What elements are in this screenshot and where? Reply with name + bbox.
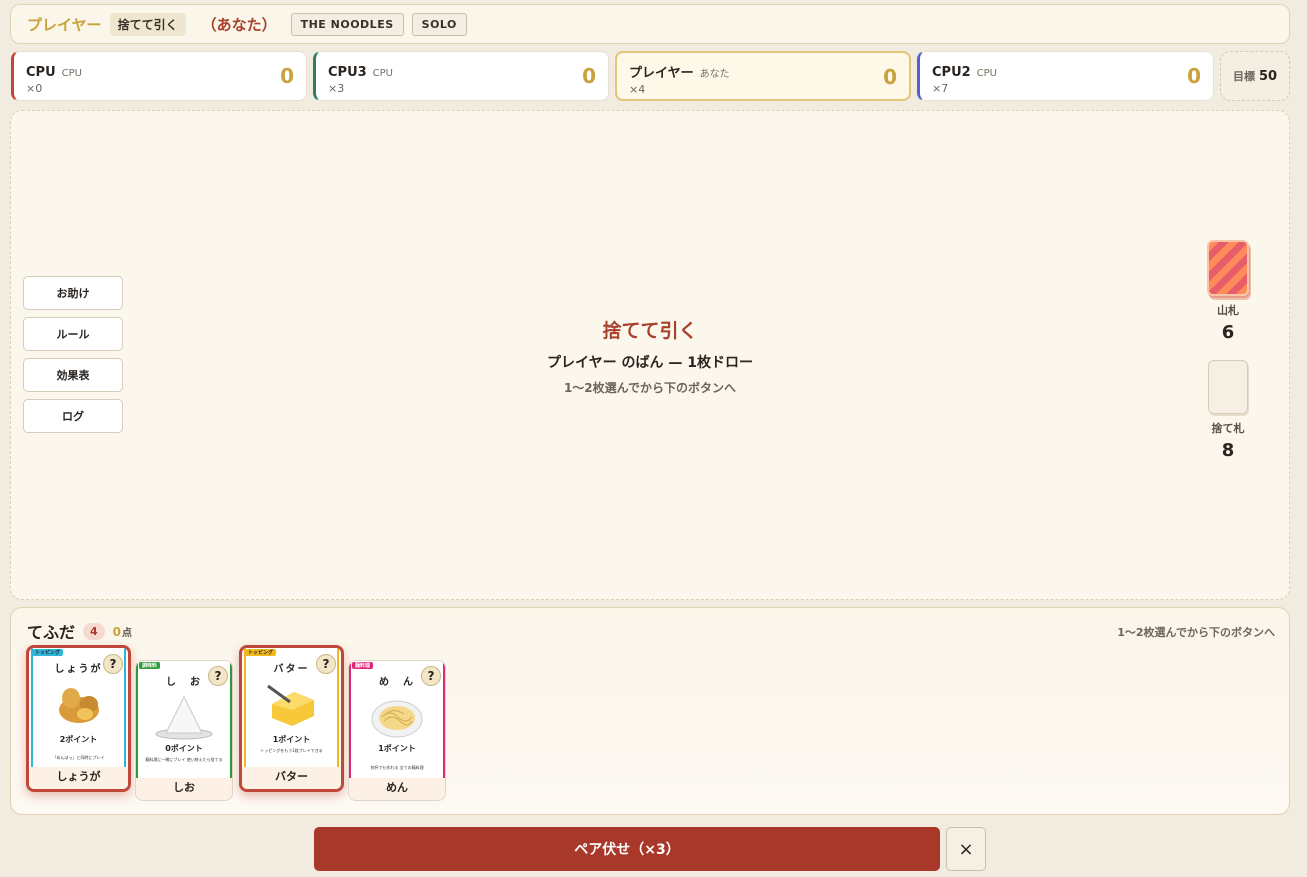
hand-hint: 1〜2枚選んでから下のボタンへ (1117, 626, 1275, 639)
card-category: 麺料理 (352, 662, 374, 669)
discard-pile[interactable]: 捨て札 8 (1200, 360, 1256, 461)
noodles-icon (371, 700, 423, 738)
card-category: 調味料 (139, 662, 161, 669)
cancel-button[interactable]: × (946, 827, 986, 871)
goal-box: 目標 50 (1220, 51, 1290, 101)
mode-tag: SOLO (411, 12, 467, 36)
ginger-icon (58, 688, 99, 723)
player-sub: あなた (699, 69, 730, 80)
card-points: 1ポイント (272, 735, 311, 744)
player-count: ×7 (932, 82, 949, 95)
player-name: CPU (26, 65, 56, 80)
player-sub: CPU (372, 68, 394, 79)
phase-title: 捨てて引く (602, 320, 698, 342)
player-score: 0 (582, 64, 596, 88)
hand-card[interactable]: トッピング しょうが ? 2ポイント 「めんぽっ」と同時にプレイ しょうが (26, 645, 131, 792)
butter-icon (266, 684, 314, 726)
effects-table-button[interactable]: 効果表 (23, 358, 123, 392)
status-bar: プレイヤー 捨てて引く （あなた） THE NOODLES SOLO (10, 4, 1290, 44)
card-info-icon[interactable]: ? (208, 666, 228, 686)
player-card-cpu3: CPU3 CPU ×3 0 (313, 51, 609, 101)
player-sub: CPU (61, 68, 82, 79)
player-card-cpu2: CPU2 CPU ×7 0 (917, 51, 1214, 101)
player-card-cpu: CPU CPU ×0 0 (11, 51, 307, 101)
player-sub: CPU (976, 68, 998, 79)
card-effect: トッピングをもう1枚プレイできる (260, 748, 323, 753)
card-label: しお (136, 778, 232, 800)
discard-count: 8 (1221, 440, 1235, 461)
card-label: しょうが (29, 767, 128, 789)
turn-message: 捨てて引く プレイヤー のばん — 1枚ドロー 1〜2枚選んでから下のボタンへ (400, 316, 900, 396)
deck-count: 6 (1221, 322, 1235, 343)
player-score: 0 (1187, 64, 1201, 88)
salt-icon (155, 695, 213, 740)
discard-card[interactable] (1208, 360, 1248, 414)
hand-header: てふだ 4 0点 (27, 619, 132, 643)
turn-hint: 1〜2枚選んでから下のボタンへ (563, 381, 737, 395)
hand-card[interactable]: トッピング バター ? 1ポイント トッピングをもう1枚プレイできる バター (239, 645, 344, 792)
help-button[interactable]: お助け (23, 276, 123, 310)
card-effect: 「めんぽっ」と同時にプレイ (52, 755, 105, 760)
hand-count-badge: 4 (83, 622, 105, 640)
card-label: バター (242, 767, 341, 789)
goal-value: 50 (1258, 68, 1278, 84)
card-category: トッピング (245, 649, 277, 656)
card-points: 1ポイント (378, 744, 416, 753)
card-info-icon[interactable]: ? (103, 654, 123, 674)
deck-label: 山札 (1217, 304, 1239, 317)
hand-points-unit: 点 (122, 627, 133, 639)
card-info-icon[interactable]: ? (316, 654, 336, 674)
hand-points-value: 0 (112, 624, 122, 639)
card-label: めん (349, 778, 445, 800)
card-info-icon[interactable]: ? (421, 666, 441, 686)
player-score: 0 (883, 65, 897, 89)
phase-chip: 捨てて引く (109, 12, 186, 36)
hand-title: てふだ (27, 623, 76, 642)
you-indicator: （あなた） (201, 15, 277, 34)
card-points: 2ポイント (59, 735, 98, 744)
rules-button[interactable]: ルール (23, 317, 123, 351)
player-name: CPU3 (328, 65, 367, 80)
pair-face-down-button[interactable]: ペア伏せ（×3） (314, 827, 940, 871)
player-count: ×4 (629, 83, 646, 96)
log-button[interactable]: ログ (23, 399, 123, 433)
hand-card[interactable]: 調味料 し お ? 0ポイント 麺料理に一緒にプレイ 使い終えたら捨てる しお (135, 660, 233, 801)
hand-card[interactable]: 麺料理 め ん ? 1ポイント 何杯でも作れる 全ての麺料理 めん (348, 660, 446, 801)
player-card-you: プレイヤー あなた ×4 0 (615, 51, 911, 101)
current-player: プレイヤー (27, 15, 102, 34)
card-effect: 何杯でも作れる 全ての麺料理 (370, 765, 424, 770)
player-name: CPU2 (932, 65, 971, 80)
player-count: ×0 (26, 82, 43, 95)
player-score: 0 (280, 64, 294, 88)
goal-label: 目標 (1232, 70, 1255, 83)
deck-pile[interactable]: 山札 6 (1200, 240, 1256, 343)
player-name: プレイヤー (629, 66, 694, 81)
game-title-tag: THE NOODLES (290, 12, 404, 36)
card-category: トッピング (32, 649, 64, 656)
discard-label: 捨て札 (1211, 422, 1245, 435)
player-count: ×3 (328, 82, 345, 95)
turn-text: プレイヤー のばん — 1枚ドロー (547, 355, 753, 371)
hand-points: 0点 (113, 624, 132, 639)
card-points: 0ポイント (165, 744, 203, 753)
card-effect: 麺料理に一緒にプレイ 使い終えたら捨てる (145, 757, 223, 762)
deck-card[interactable] (1207, 240, 1249, 296)
